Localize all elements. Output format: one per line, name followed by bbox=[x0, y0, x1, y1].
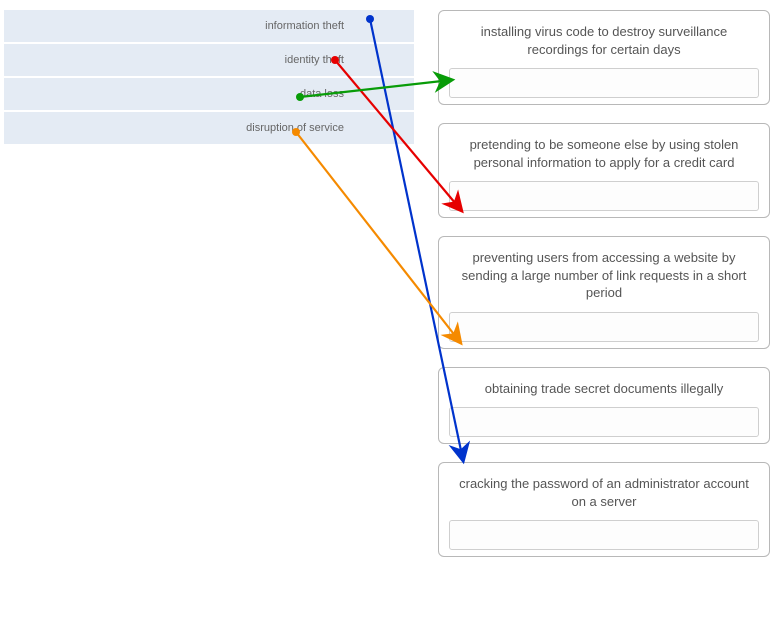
definition-text: cracking the password of an administrato… bbox=[449, 471, 759, 520]
definition-text: preventing users from accessing a websit… bbox=[449, 245, 759, 312]
definition-text: installing virus code to destroy surveil… bbox=[449, 19, 759, 68]
definition-card: cracking the password of an administrato… bbox=[438, 462, 770, 557]
terms-column: information theft identity theft data lo… bbox=[4, 10, 414, 146]
term-disruption-of-service[interactable]: disruption of service bbox=[4, 112, 414, 146]
definition-card: preventing users from accessing a websit… bbox=[438, 236, 770, 349]
drop-zone[interactable] bbox=[449, 68, 759, 98]
term-information-theft[interactable]: information theft bbox=[4, 10, 414, 44]
term-identity-theft[interactable]: identity theft bbox=[4, 44, 414, 78]
definitions-column: installing virus code to destroy surveil… bbox=[438, 10, 770, 575]
definition-card: obtaining trade secret documents illegal… bbox=[438, 367, 770, 445]
drop-zone[interactable] bbox=[449, 520, 759, 550]
drop-zone[interactable] bbox=[449, 407, 759, 437]
drop-zone[interactable] bbox=[449, 181, 759, 211]
connection-arrow bbox=[296, 132, 460, 342]
drop-zone[interactable] bbox=[449, 312, 759, 342]
definition-card: pretending to be someone else by using s… bbox=[438, 123, 770, 218]
term-data-loss[interactable]: data loss bbox=[4, 78, 414, 112]
matching-diagram: information theft identity theft data lo… bbox=[0, 0, 782, 623]
definition-card: installing virus code to destroy surveil… bbox=[438, 10, 770, 105]
term-label: identity theft bbox=[285, 54, 344, 66]
definition-text: obtaining trade secret documents illegal… bbox=[449, 376, 759, 408]
definition-text: pretending to be someone else by using s… bbox=[449, 132, 759, 181]
term-label: disruption of service bbox=[246, 122, 344, 134]
term-label: information theft bbox=[265, 20, 344, 32]
term-label: data loss bbox=[300, 88, 344, 100]
